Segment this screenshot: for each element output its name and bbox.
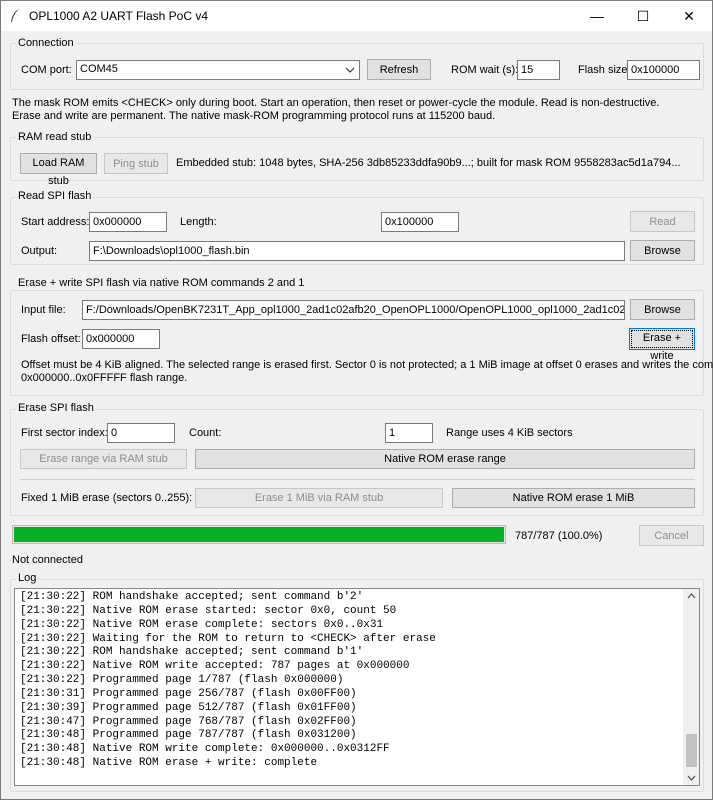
maximize-icon: ☐	[636, 8, 650, 24]
log-line: [21:30:31] Programmed page 256/787 (flas…	[20, 687, 357, 700]
count-label: Count:	[189, 427, 222, 439]
log-line: [21:30:48] Native ROM erase + write: com…	[20, 757, 318, 770]
log-line: [21:30:22] Waiting for the ROM to return…	[20, 632, 436, 645]
flash-offset-input[interactable]: 0x000000	[82, 329, 160, 349]
log-line: [21:30:39] Programmed page 512/787 (flas…	[20, 701, 357, 714]
input-file-label: Input file:	[21, 304, 66, 316]
ping-stub-button[interactable]: Ping stub	[104, 153, 168, 174]
log-line: [21:30:22] Native ROM erase complete: se…	[20, 618, 384, 631]
info-line-2: Erase and write are permanent. The nativ…	[12, 110, 496, 122]
title-bar: OPL1000 A2 UART Flash PoC v4 — ☐ ✕	[1, 1, 712, 31]
flash-size-label: Flash size:	[578, 64, 631, 76]
chevron-down-icon	[345, 67, 355, 73]
read-button[interactable]: Read	[630, 211, 695, 232]
close-button[interactable]: ✕	[666, 1, 712, 31]
write-flash-legend: Erase + write SPI flash via native ROM c…	[16, 277, 307, 289]
flash-offset-label: Flash offset:	[21, 333, 81, 345]
connection-legend: Connection	[16, 37, 76, 49]
output-browse-button[interactable]: Browse	[630, 240, 695, 261]
maximize-button[interactable]: ☐	[620, 1, 666, 31]
progress-bar	[12, 525, 506, 544]
write-note-line-2: 0x000000..0x0FFFFF flash range.	[21, 372, 188, 384]
length-label: Length:	[180, 216, 217, 228]
input-browse-button[interactable]: Browse	[630, 299, 695, 320]
com-port-select[interactable]: COM45	[76, 60, 360, 80]
log-text-area[interactable]: [21:30:22] ROM handshake accepted; sent …	[14, 588, 700, 786]
com-port-value: COM45	[80, 63, 118, 75]
log-line: [21:30:22] ROM handshake accepted; sent …	[20, 646, 364, 659]
log-scrollbar[interactable]	[683, 589, 699, 785]
fixed-erase-label: Fixed 1 MiB erase (sectors 0..255):	[21, 492, 193, 504]
output-path-input[interactable]: F:\Downloads\opl1000_flash.bin	[89, 241, 625, 261]
write-note-line-1: Offset must be 4 KiB aligned. The select…	[21, 359, 713, 371]
first-sector-label: First sector index:	[21, 427, 108, 439]
stub-description: Embedded stub: 1048 bytes, SHA-256 3db85…	[176, 157, 681, 169]
minimize-icon: —	[590, 8, 604, 24]
erase-range-stub-button[interactable]: Erase range via RAM stub	[20, 449, 187, 469]
connection-status: Not connected	[12, 554, 83, 566]
info-line-1: The mask ROM emits <CHECK> only during b…	[12, 97, 660, 109]
rom-wait-label: ROM wait (s):	[451, 64, 519, 76]
app-window: OPL1000 A2 UART Flash PoC v4 — ☐ ✕ Conne…	[0, 0, 713, 800]
log-line: [21:30:22] Native ROM write accepted: 78…	[20, 660, 410, 673]
erase-flash-legend: Erase SPI flash	[16, 402, 96, 414]
com-port-label: COM port:	[21, 64, 72, 76]
start-address-label: Start address:	[21, 216, 90, 228]
flash-size-input[interactable]: 0x100000	[627, 60, 700, 80]
log-line: [21:30:22] ROM handshake accepted; sent …	[20, 591, 364, 603]
erase-write-button[interactable]: Erase + write	[629, 328, 695, 362]
refresh-button[interactable]: Refresh	[367, 59, 431, 80]
first-sector-input[interactable]: 0	[107, 423, 175, 443]
load-ram-stub-button[interactable]: Load RAM stub	[20, 153, 97, 187]
log-line: [21:30:48] Programmed page 787/787 (flas…	[20, 729, 357, 742]
input-file-path[interactable]: F:/Downloads/OpenBK7231T_App_opl1000_2ad…	[82, 300, 625, 320]
scroll-up-icon[interactable]	[687, 593, 696, 599]
progress-text: 787/787 (100.0%)	[515, 530, 603, 542]
close-icon: ✕	[683, 8, 695, 24]
rom-wait-input[interactable]: 15	[517, 60, 560, 80]
native-erase-1mib-button[interactable]: Native ROM erase 1 MiB	[452, 488, 695, 508]
erase-separator	[20, 479, 695, 480]
log-line: [21:30:48] Native ROM write complete: 0x…	[20, 743, 390, 756]
read-flash-legend: Read SPI flash	[16, 190, 94, 202]
start-address-input[interactable]: 0x000000	[89, 212, 167, 232]
range-note: Range uses 4 KiB sectors	[446, 427, 573, 439]
log-legend: Log	[16, 572, 39, 584]
ram-stub-legend: RAM read stub	[16, 131, 94, 143]
minimize-button[interactable]: —	[574, 1, 620, 31]
log-line: [21:30:22] Programmed page 1/787 (flash …	[20, 674, 344, 687]
length-input[interactable]: 0x100000	[381, 212, 459, 232]
feather-icon	[11, 9, 19, 22]
cancel-button[interactable]: Cancel	[639, 525, 704, 546]
log-lines: [21:30:22] ROM handshake accepted; sent …	[20, 591, 436, 771]
log-scroll-thumb[interactable]	[686, 734, 697, 767]
log-line: [21:30:22] Native ROM erase started: sec…	[20, 604, 397, 617]
count-input[interactable]: 1	[385, 423, 433, 443]
scroll-down-icon[interactable]	[687, 775, 696, 781]
progress-fill	[14, 527, 504, 542]
output-label: Output:	[21, 245, 58, 257]
native-erase-range-button[interactable]: Native ROM erase range	[195, 449, 695, 469]
log-line: [21:30:47] Programmed page 768/787 (flas…	[20, 715, 357, 728]
erase-1mib-stub-button[interactable]: Erase 1 MiB via RAM stub	[195, 488, 443, 508]
window-title: OPL1000 A2 UART Flash PoC v4	[29, 9, 208, 23]
